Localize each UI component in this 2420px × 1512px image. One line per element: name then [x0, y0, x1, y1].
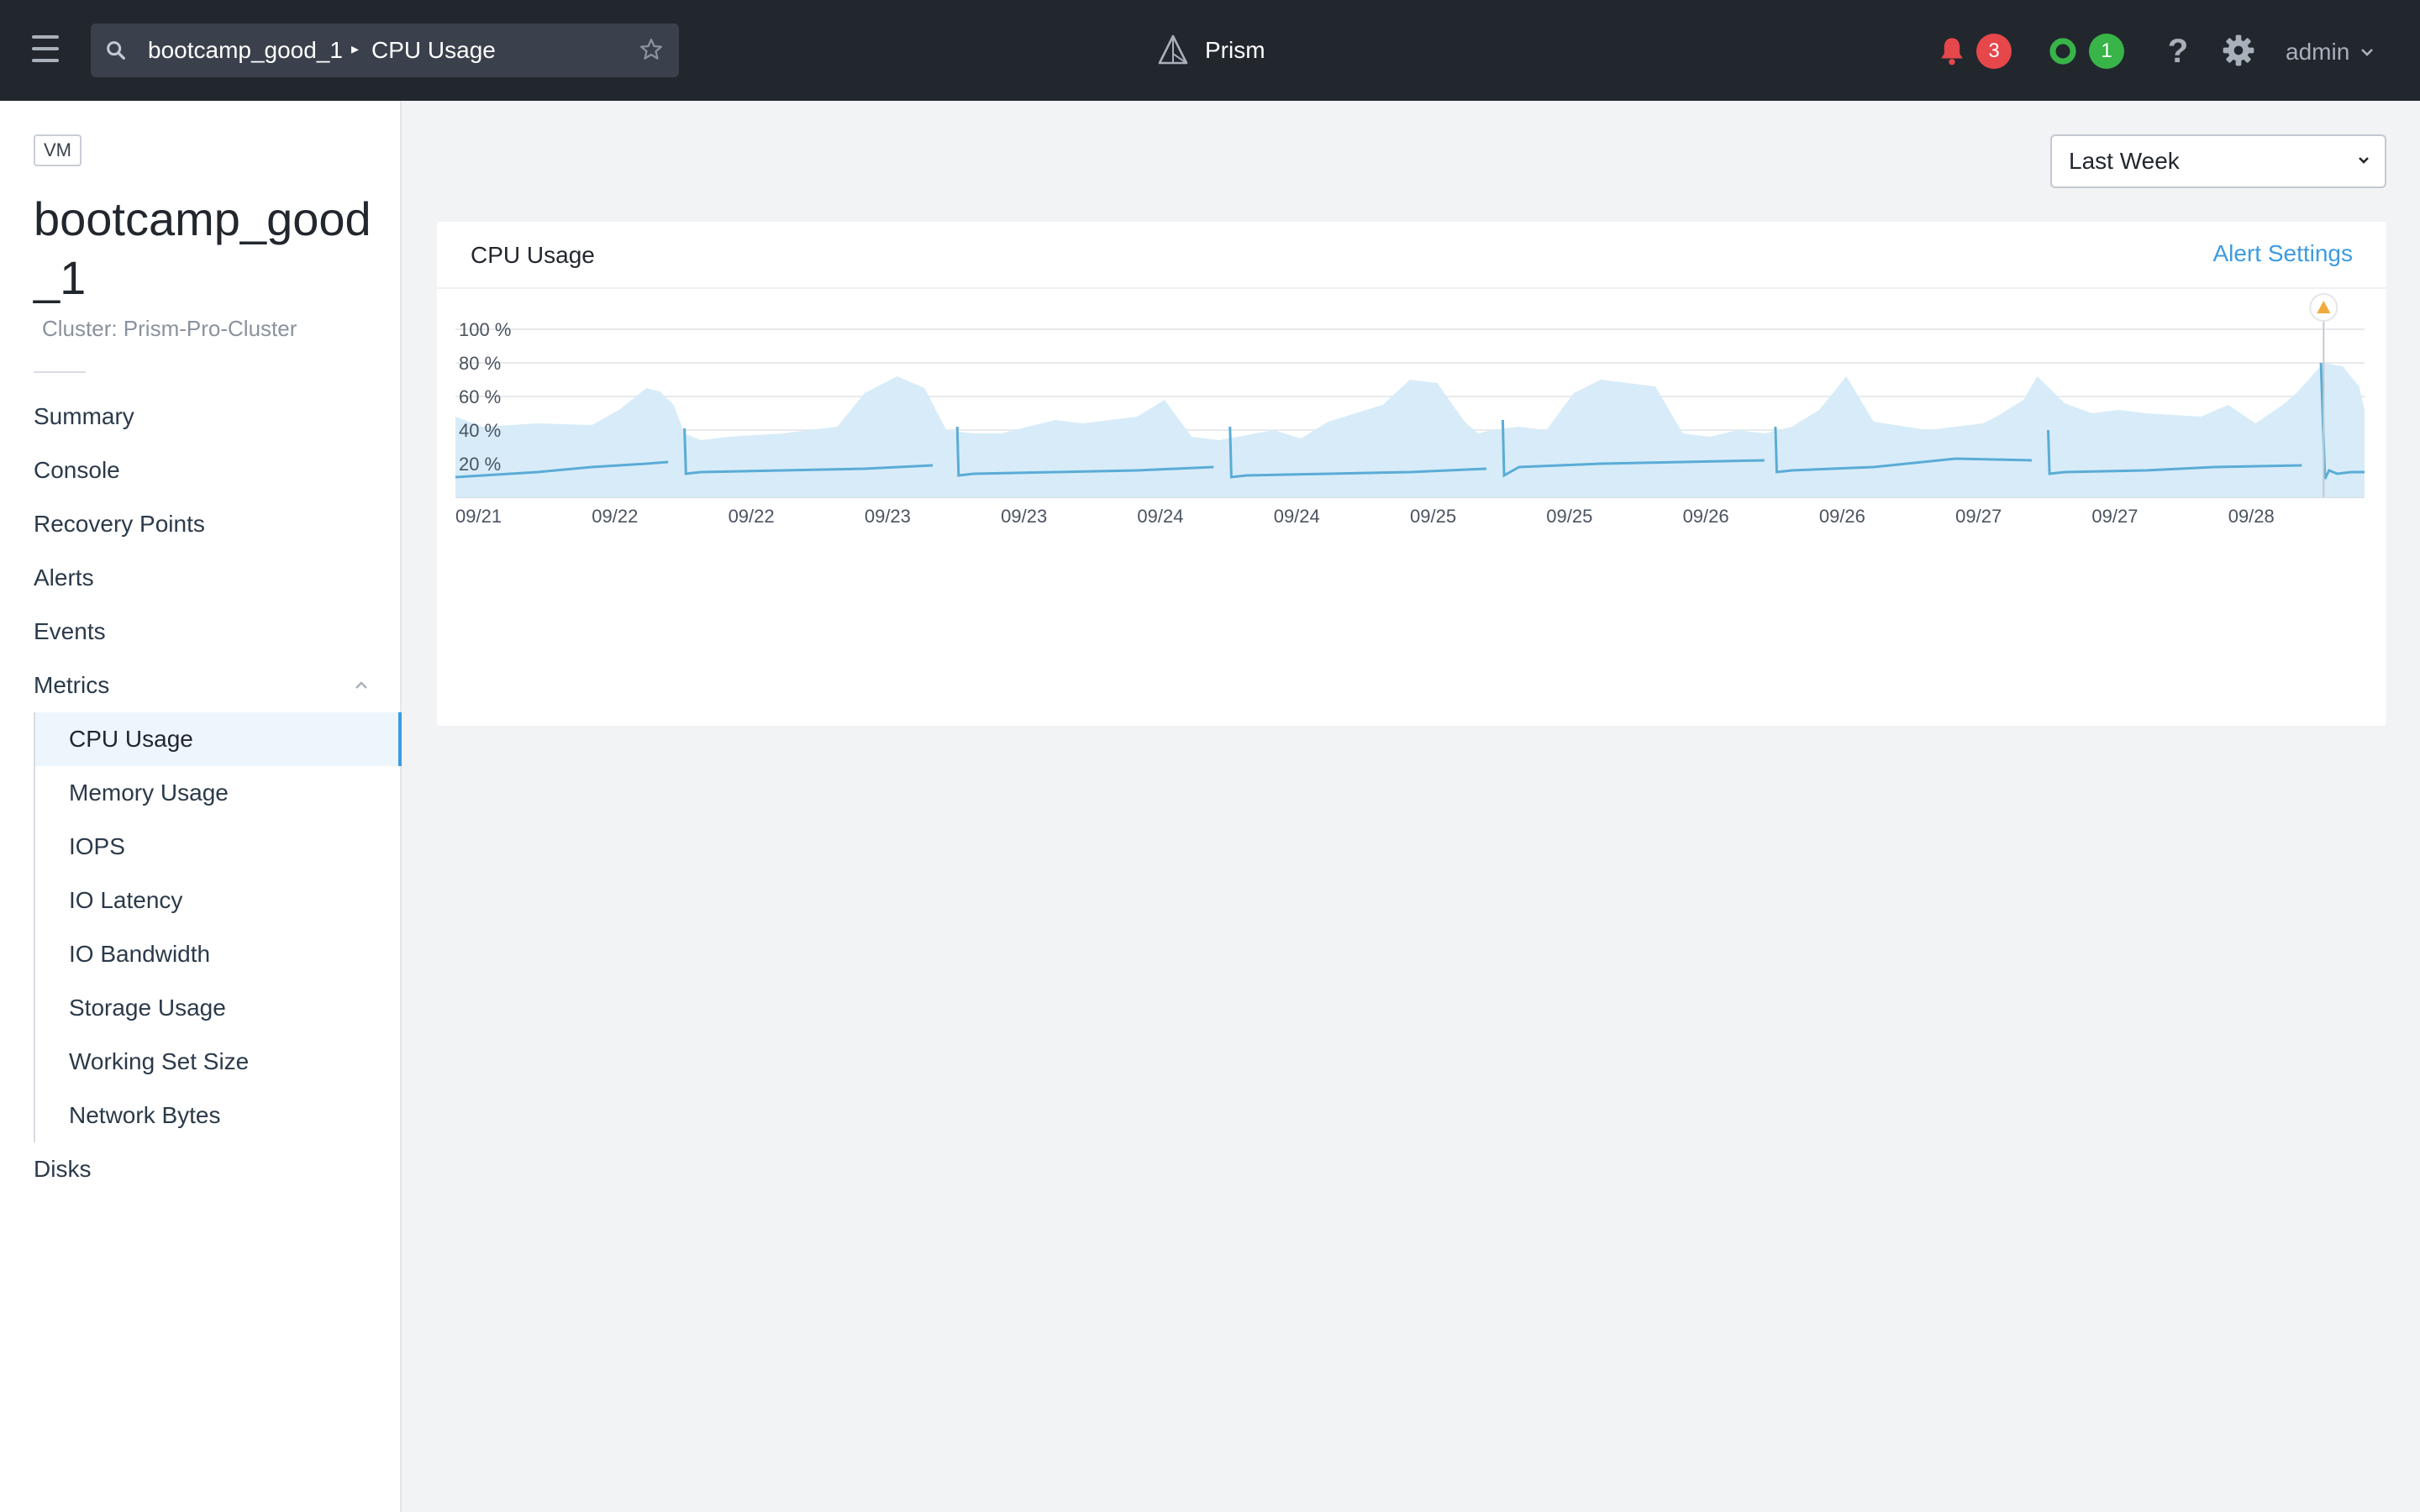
sidebar-item-recovery-points[interactable]: Recovery Points: [0, 497, 402, 551]
alert-settings-link[interactable]: Alert Settings: [2212, 240, 2353, 267]
cpu-usage-chart[interactable]: 20 % 40 % 60 % 80 % 100 % 09/21 09/22 09/22 09/2…: [437, 289, 2386, 659]
sidebar-item-network-bytes[interactable]: Network Bytes: [35, 1089, 402, 1142]
y-tick-label: 80 %: [459, 353, 501, 374]
card-title: CPU Usage: [471, 242, 595, 268]
x-tick-label: 09/24: [1274, 506, 1320, 527]
sidebar-item-storage-usage[interactable]: Storage Usage: [35, 981, 402, 1035]
x-tick-label: 09/21: [455, 506, 502, 527]
sidebar-item-memory-usage[interactable]: Memory Usage: [35, 766, 402, 820]
card-header: CPU Usage Alert Settings: [437, 222, 2386, 289]
breadcrumb-entity[interactable]: bootcamp_good_1: [148, 24, 343, 77]
x-tick-label: 09/26: [1683, 506, 1729, 527]
x-tick-label: 09/26: [1819, 506, 1865, 527]
y-tick-label: 40 %: [459, 420, 501, 441]
app-name: Prism: [1205, 37, 1265, 63]
sidebar-item-io-bandwidth[interactable]: IO Bandwidth: [35, 927, 402, 981]
x-tick-label: 09/28: [2228, 506, 2275, 527]
time-range-value: Last Week: [2069, 148, 2180, 174]
entity-title: bootcamp_good_1: [34, 192, 371, 304]
sidebar-item-alerts[interactable]: Alerts: [0, 551, 402, 605]
chevron-down-icon: [2359, 157, 2369, 164]
sidebar-item-console[interactable]: Console: [0, 444, 402, 497]
sidebar-item-events[interactable]: Events: [0, 605, 402, 659]
sidebar-item-disks[interactable]: Disks: [0, 1142, 402, 1196]
sidebar-item-io-latency[interactable]: IO Latency: [35, 874, 402, 927]
x-tick-label: 09/22: [592, 506, 638, 527]
sidebar-item-summary[interactable]: Summary: [0, 390, 402, 444]
sidebar-item-cpu-usage[interactable]: CPU Usage: [35, 712, 402, 766]
chevron-down-icon: [2361, 49, 2374, 56]
health-button[interactable]: 1: [2049, 32, 2124, 71]
health-status-icon: [2049, 38, 2076, 65]
search-breadcrumb-bar[interactable]: bootcamp_good_1 ▸ CPU Usage: [91, 24, 679, 77]
x-tick-label: 09/24: [1137, 506, 1183, 527]
entity-type-tag: VM: [34, 134, 82, 166]
breadcrumb-separator-icon: ▸: [351, 40, 360, 57]
x-tick-label: 09/27: [2091, 506, 2138, 527]
metric-card: CPU Usage Alert Settings 20 % 40 % 60 % 80 …: [437, 222, 2386, 726]
bell-icon: [1941, 38, 1963, 66]
search-icon: [107, 41, 125, 60]
health-count-badge: 1: [2089, 34, 2124, 69]
x-tick-label: 09/23: [1001, 506, 1047, 527]
brand[interactable]: Prism: [1156, 29, 1265, 72]
sidebar: VM bootcamp_good_1 Cluster: Prism-Pro-Cl…: [0, 101, 402, 1512]
sidebar-item-metrics-label: Metrics: [34, 672, 110, 698]
chevron-up-icon[interactable]: [353, 679, 370, 690]
y-tick-label: 100 %: [459, 319, 511, 340]
sidebar-nav: Summary Console Recovery Points Alerts E…: [0, 390, 402, 1196]
sidebar-item-metrics[interactable]: Metrics: [0, 659, 402, 712]
user-menu[interactable]: admin: [2286, 34, 2375, 71]
sidebar-item-iops[interactable]: IOPS: [35, 820, 402, 874]
gear-icon[interactable]: [2222, 34, 2255, 67]
metrics-submenu: CPU Usage Memory Usage IOPS IO Latency I…: [34, 712, 402, 1142]
alerts-button[interactable]: 3: [1938, 32, 2012, 71]
help-icon[interactable]: ?: [2161, 32, 2195, 71]
x-tick-label: 09/25: [1410, 506, 1456, 527]
x-tick-label: 09/25: [1546, 506, 1592, 527]
x-tick-label: 09/22: [729, 506, 775, 527]
sidebar-divider: [34, 371, 86, 373]
entity-cluster: Cluster: Prism-Pro-Cluster: [42, 316, 297, 341]
alert-count-badge: 3: [1976, 34, 2012, 69]
y-tick-label: 20 %: [459, 454, 501, 475]
y-tick-label: 60 %: [459, 386, 501, 407]
hamburger-menu-icon[interactable]: [32, 35, 59, 66]
username: admin: [2286, 39, 2350, 65]
breadcrumb-page: CPU Usage: [371, 37, 496, 63]
sidebar-item-working-set-size[interactable]: Working Set Size: [35, 1035, 402, 1089]
time-range-select[interactable]: Last Week: [2050, 134, 2386, 188]
x-tick-label: 09/23: [865, 506, 911, 527]
x-tick-label: 09/27: [1955, 506, 2002, 527]
prism-logo-icon: [1158, 34, 1188, 65]
star-icon[interactable]: [639, 37, 664, 62]
top-navigation-bar: bootcamp_good_1 ▸ CPU Usage Prism 3 1 ?: [0, 0, 2420, 101]
